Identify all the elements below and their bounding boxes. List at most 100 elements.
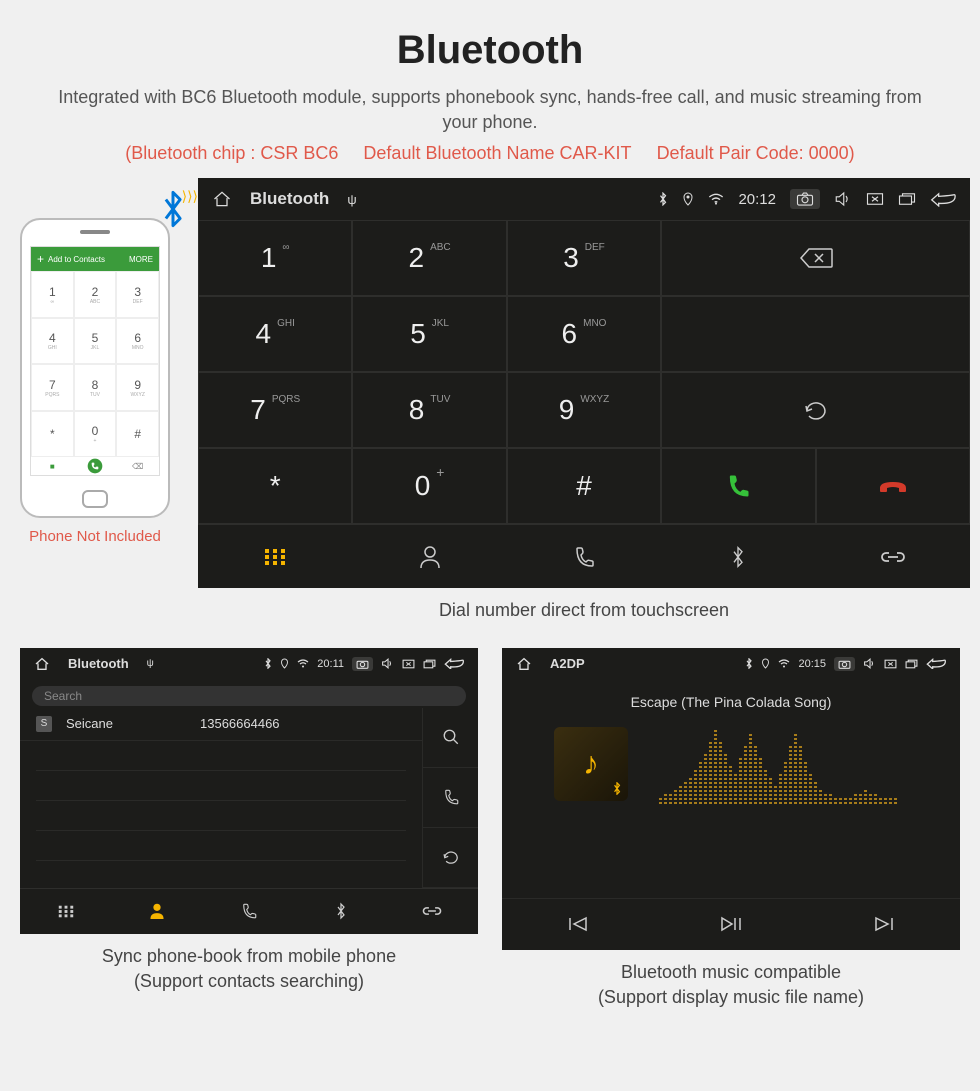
key-3[interactable]: 3DEF: [507, 220, 661, 296]
tab-keypad[interactable]: [198, 524, 352, 588]
clock-time: 20:12: [738, 191, 776, 208]
more-label: MORE: [129, 255, 153, 264]
volume-icon[interactable]: [863, 658, 876, 669]
volume-icon[interactable]: [834, 191, 852, 207]
screen-title: A2DP: [550, 656, 585, 671]
back-icon[interactable]: [930, 191, 956, 207]
key-hash[interactable]: #: [507, 448, 661, 524]
tab-contacts[interactable]: [112, 888, 204, 934]
key-1[interactable]: 1∞: [198, 220, 352, 296]
wifi-icon: [297, 659, 309, 668]
bluetooth-badge-icon: [612, 782, 622, 795]
clock-time: 20:11: [317, 658, 344, 670]
call-button[interactable]: [661, 448, 815, 524]
search-button[interactable]: [422, 708, 478, 768]
music-note-icon: ♪: [583, 745, 599, 782]
signal-icon: ⟩⟩⟩: [182, 188, 198, 205]
screenshot-icon[interactable]: [352, 657, 373, 671]
tab-keypad[interactable]: [20, 888, 112, 934]
spec-line: (Bluetooth chip : CSR BC6 Default Blueto…: [10, 143, 970, 164]
screenshot-icon[interactable]: [790, 189, 820, 209]
key-backspace[interactable]: [661, 220, 970, 296]
spec-chip: (Bluetooth chip : CSR BC6: [125, 143, 338, 164]
hangup-button[interactable]: [816, 448, 970, 524]
bluetooth-status-icon: [264, 658, 272, 669]
key-6[interactable]: 6MNO: [507, 296, 661, 372]
contact-row[interactable]: S Seicane 13566664466: [20, 708, 422, 741]
location-icon: [761, 658, 770, 669]
play-pause-button[interactable]: [655, 899, 808, 950]
clock-time: 20:15: [798, 658, 826, 670]
location-icon: [280, 658, 289, 669]
spec-code: Default Pair Code: 0000): [657, 143, 855, 164]
dialer-keypad: 1∞ 2ABC 3DEF 4GHI 5JKL 6MNO 7PQRS 8TUV 9…: [198, 220, 970, 524]
key-9[interactable]: 9WXYZ: [507, 372, 661, 448]
tab-bluetooth[interactable]: [661, 524, 815, 588]
key-redial[interactable]: [661, 372, 970, 448]
phonebook-caption: Sync phone-book from mobile phone (Suppo…: [20, 944, 478, 994]
search-input[interactable]: Search: [32, 686, 466, 706]
key-4[interactable]: 4GHI: [198, 296, 352, 372]
wifi-icon: [778, 659, 790, 668]
recent-apps-icon[interactable]: [905, 659, 918, 669]
home-icon[interactable]: [34, 657, 50, 671]
add-contacts-label: Add to Contacts: [48, 255, 105, 264]
contact-number: 13566664466: [200, 716, 280, 731]
sync-button[interactable]: [422, 828, 478, 888]
location-icon: [682, 192, 694, 206]
page-description: Integrated with BC6 Bluetooth module, su…: [50, 85, 930, 135]
call-icon: [74, 457, 117, 475]
usb-icon: ψ: [347, 192, 356, 207]
tab-callhistory[interactable]: [507, 524, 661, 588]
recent-apps-icon[interactable]: [423, 659, 436, 669]
visualizer: [648, 724, 908, 804]
a2dp-screen: A2DP 20:15 E: [502, 648, 960, 950]
tab-contacts[interactable]: [352, 524, 506, 588]
dialer-screen: Bluetooth ψ 20:12: [198, 178, 970, 588]
video-icon: ■: [31, 457, 74, 475]
back-icon[interactable]: [926, 658, 946, 669]
phone-keypad: 1∞2ABC3DEF 4GHI5JKL6MNO 7PQRS8TUV9WXYZ *…: [31, 271, 159, 457]
backspace-icon: ⌫: [116, 457, 159, 475]
bluetooth-icon: ⟩⟩⟩: [158, 190, 188, 228]
key-8[interactable]: 8TUV: [352, 372, 506, 448]
plus-icon: +: [37, 252, 44, 266]
bluetooth-status-icon: [658, 192, 668, 206]
tab-bluetooth[interactable]: [295, 888, 387, 934]
key-5[interactable]: 5JKL: [352, 296, 506, 372]
tab-pair[interactable]: [816, 524, 970, 588]
phone-mockup: ⟩⟩⟩ + Add to Contacts MORE 1∞2ABC3DEF 4G…: [20, 218, 170, 518]
track-title: Escape (The Pina Colada Song): [631, 694, 832, 710]
call-button[interactable]: [422, 768, 478, 828]
volume-icon[interactable]: [381, 658, 394, 669]
screen-title: Bluetooth: [250, 189, 329, 209]
close-window-icon[interactable]: [866, 192, 884, 206]
key-2[interactable]: 2ABC: [352, 220, 506, 296]
phonebook-screen: Bluetooth ψ 20:11: [20, 648, 478, 934]
key-7[interactable]: 7PQRS: [198, 372, 352, 448]
key-star[interactable]: *: [198, 448, 352, 524]
album-art: ♪: [554, 727, 628, 801]
spec-name: Default Bluetooth Name CAR-KIT: [363, 143, 631, 164]
key-0[interactable]: 0+: [352, 448, 506, 524]
close-window-icon[interactable]: [402, 659, 415, 669]
tab-pair[interactable]: [386, 888, 478, 934]
phone-header: + Add to Contacts MORE: [31, 247, 159, 271]
dialer-caption: Dial number direct from touchscreen: [198, 598, 970, 623]
close-window-icon[interactable]: [884, 659, 897, 669]
screen-title: Bluetooth: [68, 656, 129, 671]
contact-badge: S: [36, 716, 52, 732]
prev-button[interactable]: [502, 899, 655, 950]
bluetooth-status-icon: [745, 658, 753, 669]
next-button[interactable]: [807, 899, 960, 950]
tab-callhistory[interactable]: [203, 888, 295, 934]
home-icon[interactable]: [516, 657, 532, 671]
cell-empty: [661, 296, 970, 372]
usb-icon: ψ: [147, 658, 154, 669]
page-title: Bluetooth: [10, 28, 970, 73]
a2dp-caption: Bluetooth music compatible (Support disp…: [502, 960, 960, 1010]
recent-apps-icon[interactable]: [898, 192, 916, 206]
home-icon[interactable]: [212, 190, 232, 208]
back-icon[interactable]: [444, 658, 464, 669]
screenshot-icon[interactable]: [834, 657, 855, 671]
